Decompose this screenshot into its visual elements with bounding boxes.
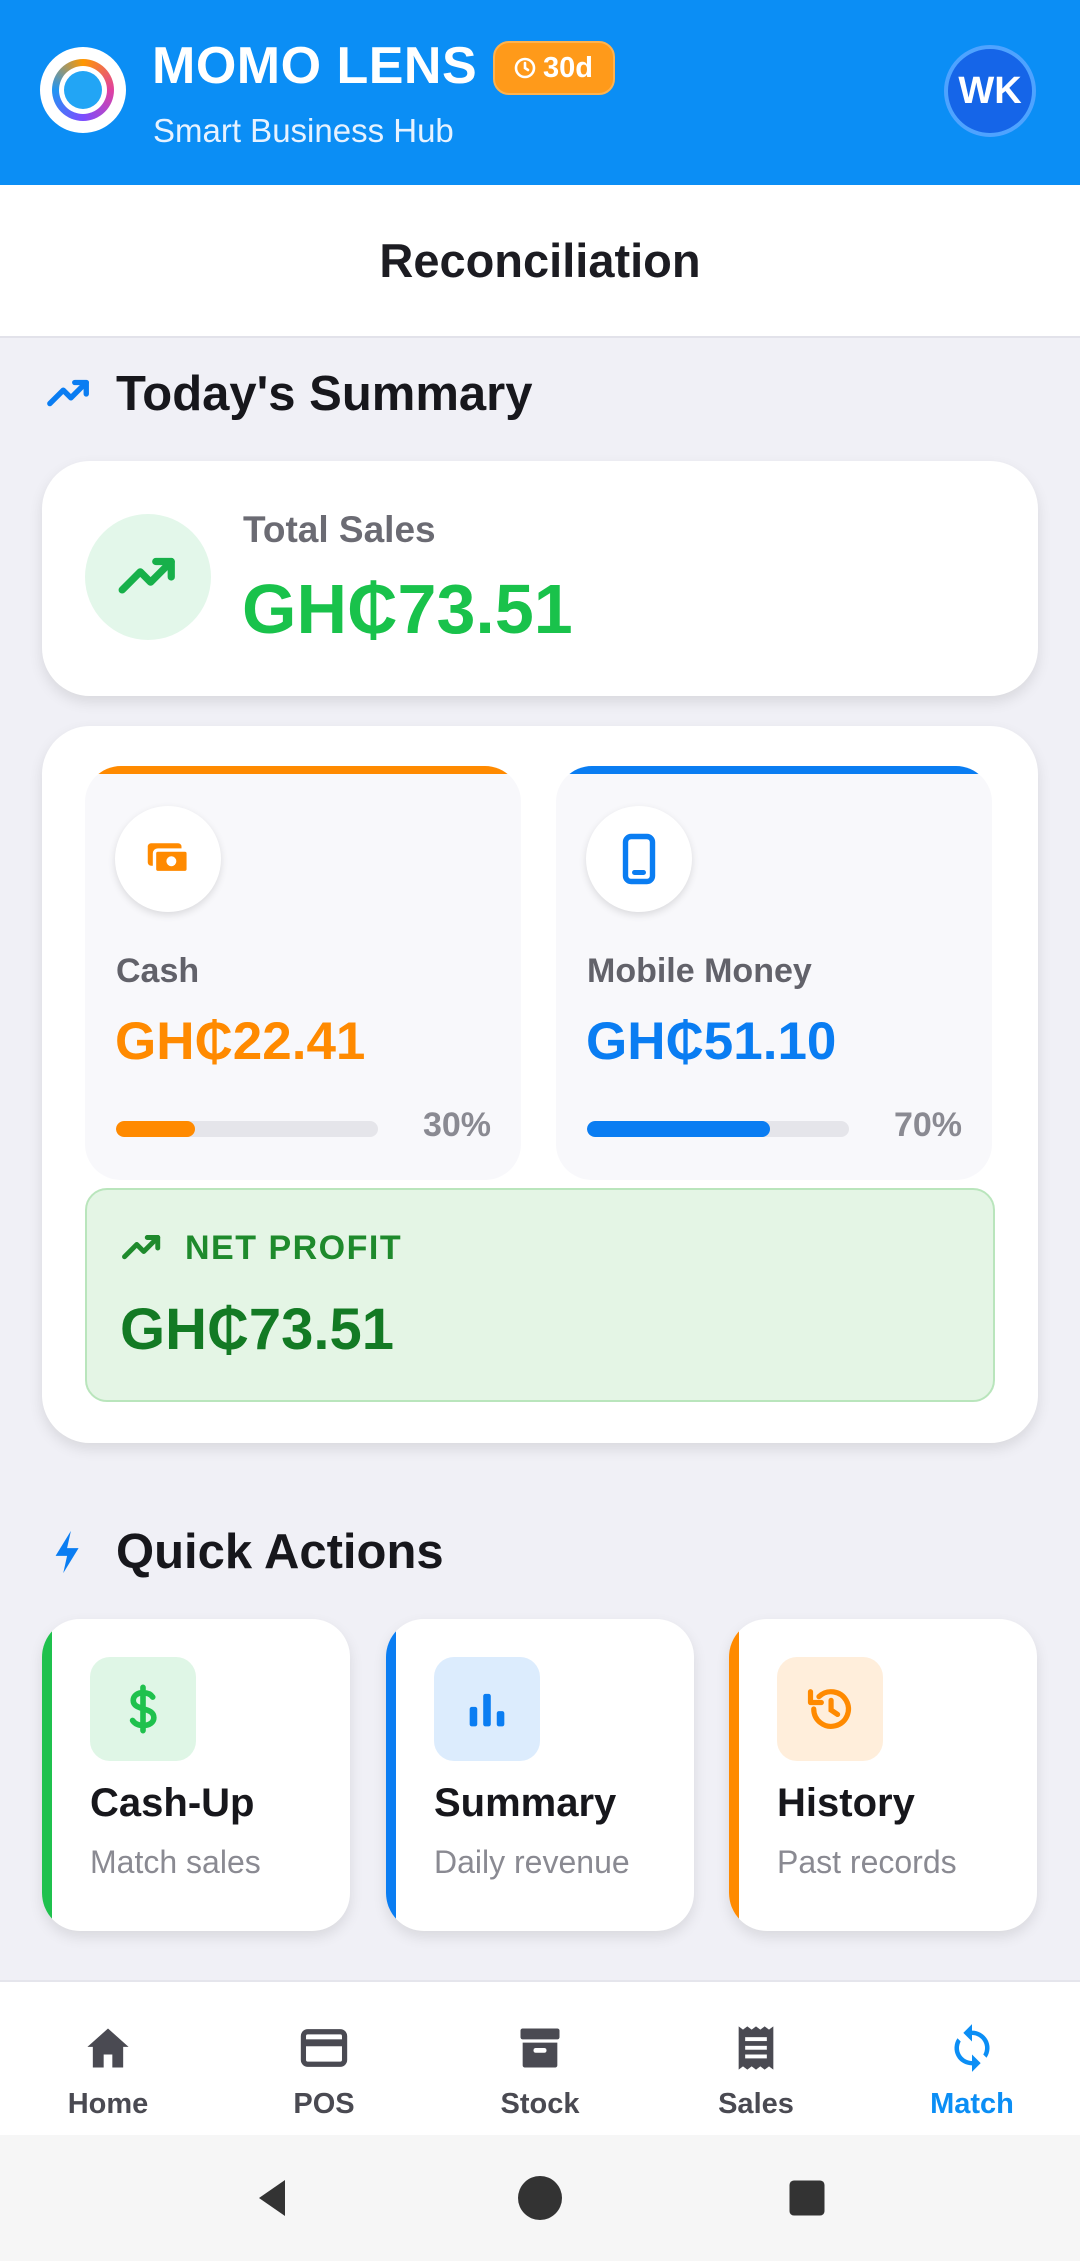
app-tagline: Smart Business Hub [153,112,454,149]
history-icon-wrap [777,1657,883,1761]
receipt-icon [738,2026,774,2070]
history-icon [807,1689,852,1729]
bar-chart-icon [469,1693,505,1727]
summary-heading: Today's Summary [46,366,533,422]
cash-value: GH₵22.41 [115,1012,366,1071]
total-sales-value: GH₵73.51 [242,570,573,648]
cash-icon-wrap [115,806,221,912]
sync-icon [954,2024,990,2072]
nav-home-label: Home [67,2088,149,2120]
cash-accent-bar [85,766,521,774]
net-profit-heading: NET PROFIT [121,1227,402,1269]
mobile-money-progress-fill [587,1121,771,1137]
trial-badge-label: 30d [543,51,593,84]
total-sales-icon-wrap [85,514,211,640]
cash-up-title: Cash-Up [90,1781,255,1825]
nav-sales[interactable]: Sales [648,1982,864,2137]
nav-stock-label: Stock [500,2088,580,2120]
nav-pos[interactable]: POS [216,1982,432,2137]
mobile-money-accent-bar [556,766,992,774]
cash-progress-fill [116,1121,195,1137]
summary-icon-wrap [434,1657,540,1761]
history-action[interactable]: History Past records [729,1619,1037,1931]
cash-tile: Cash GH₵22.41 30% [85,766,521,1180]
system-home-button[interactable] [480,2135,600,2261]
app-logo [40,47,126,133]
net-profit-box: NET PROFIT GH₵73.51 [85,1188,995,1402]
mobile-money-progress-track [587,1121,849,1137]
archive-icon [520,2028,560,2068]
cash-label: Cash [116,952,200,990]
trending-up-icon [122,1235,161,1260]
quick-actions-heading-label: Quick Actions [116,1525,444,1579]
summary-action[interactable]: Summary Daily revenue [386,1619,694,1931]
card-icon [300,2029,348,2067]
nav-sales-label: Sales [718,2088,794,2120]
mobile-money-icon-wrap [586,806,692,912]
total-sales-card: Total Sales GH₵73.51 [42,461,1038,696]
net-profit-value: GH₵73.51 [120,1297,395,1362]
cash-icon [147,843,190,875]
mobile-money-value: GH₵51.10 [586,1012,837,1071]
cash-progress-track [116,1121,378,1137]
page-title: Reconciliation [379,234,701,287]
home-icon [87,2028,129,2068]
nav-match[interactable]: Match [864,1982,1080,2137]
history-accent [729,1619,739,1931]
nav-stock[interactable]: Stock [432,1982,648,2137]
quick-actions-heading: Quick Actions [46,1524,444,1580]
trending-up-icon [47,379,89,407]
recents-square-icon [789,2180,825,2216]
cash-up-action[interactable]: Cash-Up Match sales [42,1619,350,1931]
trending-up-icon [118,557,175,594]
nav-pos-label: POS [293,2088,355,2120]
page-title-bar: Reconciliation [0,185,1080,338]
app-header: MOMO LENS 30d Smart Business Hub WK [0,0,1080,185]
summary-subtitle: Daily revenue [434,1844,630,1880]
mobile-money-tile: Mobile Money GH₵51.10 70% [556,766,992,1180]
app-title: MOMO LENS [152,37,478,95]
summary-title: Summary [434,1781,617,1825]
cash-up-subtitle: Match sales [90,1844,261,1880]
bottom-nav: Home POS Stock Sales Match [0,1980,1080,2135]
home-circle-icon [518,2176,562,2220]
lightning-icon [55,1530,79,1574]
system-recents-button[interactable] [747,2135,867,2261]
phone-icon [622,833,656,885]
mobile-money-label: Mobile Money [587,952,812,990]
total-sales-label: Total Sales [243,509,436,550]
cash-up-accent [42,1619,52,1931]
cash-up-icon-wrap [90,1657,196,1761]
net-profit-label: NET PROFIT [185,1228,403,1267]
payment-breakdown-card: Cash GH₵22.41 30% Mobile Money GH₵51.10 … [42,726,1038,1443]
mobile-money-percent: 70% [893,1106,962,1144]
system-nav-bar [0,2135,1080,2261]
dollar-icon [129,1684,157,1734]
back-triangle-icon [259,2180,285,2216]
avatar[interactable]: WK [944,45,1036,137]
summary-heading-label: Today's Summary [116,367,533,421]
trial-badge[interactable]: 30d [493,41,615,95]
system-back-button[interactable] [213,2135,333,2261]
history-subtitle: Past records [777,1844,957,1880]
clock-icon [514,57,536,79]
summary-accent [386,1619,396,1931]
nav-match-label: Match [930,2088,1014,2120]
cash-percent: 30% [422,1106,491,1144]
history-title: History [777,1781,915,1825]
nav-home[interactable]: Home [0,1982,216,2137]
